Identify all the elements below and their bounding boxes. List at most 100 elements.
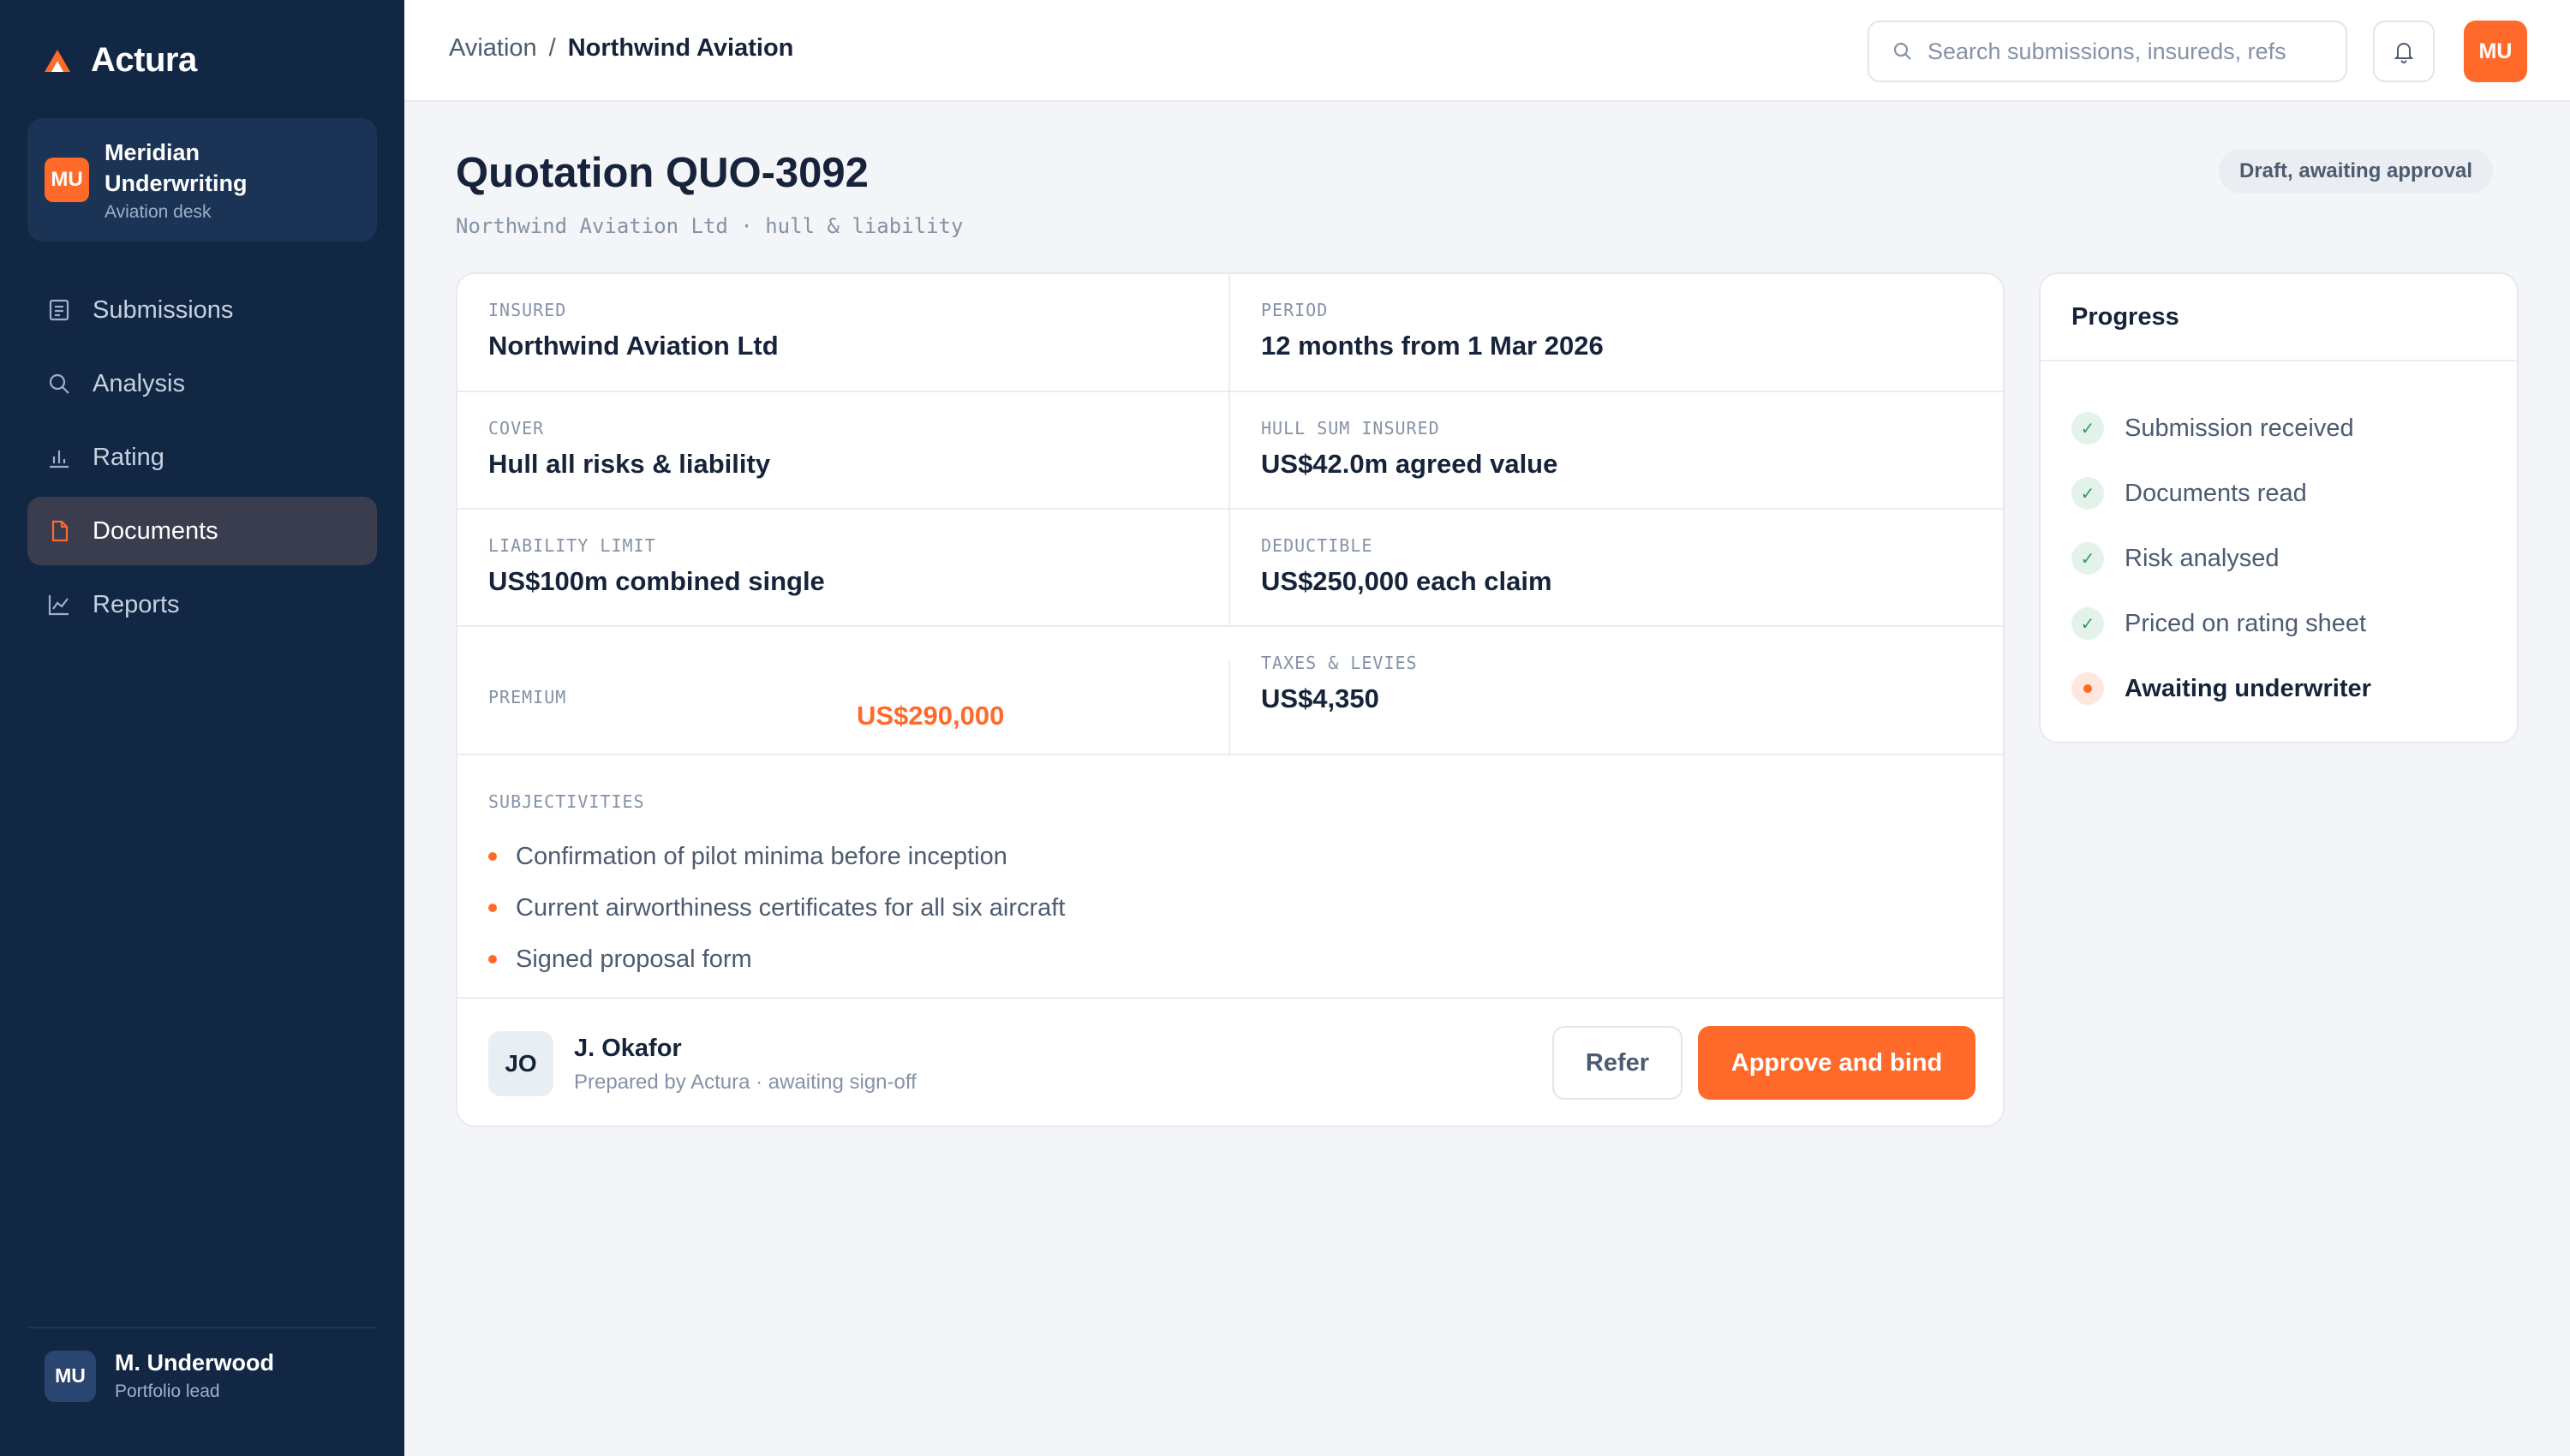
sidebar: Actura MU Meridian Underwriting Aviation… [0, 0, 404, 1456]
taxes-label: Taxes & levies [1261, 653, 1418, 673]
bullet-icon [488, 955, 497, 964]
step-label: Submission received [2125, 414, 2354, 442]
bullet-icon [488, 904, 497, 912]
period-label: Period [1261, 300, 1329, 320]
sidebar-item-rating[interactable]: Rating [27, 423, 377, 492]
period-cell: Period 12 months from 1 Mar 2026 [1230, 274, 2003, 391]
quote-row: Cover Hull all risks & liability Hull su… [457, 392, 2003, 510]
page-subtitle: Northwind Aviation Ltd · hull & liabilit… [456, 214, 964, 238]
org-switcher[interactable]: MU Meridian Underwriting Aviation desk [27, 118, 377, 242]
cover-value: Hull all risks & liability [488, 449, 771, 479]
hull-label: Hull sum insured [1261, 418, 1440, 439]
preparer-note: Prepared by Actura · awaiting sign-off [574, 1071, 917, 1094]
subjectivity-text: Current airworthiness certificates for a… [516, 893, 1066, 922]
quote-footer: JO J. Okafor Prepared by Actura · awaiti… [457, 999, 2003, 1125]
list-item: Confirmation of pilot minima before ince… [488, 831, 1065, 882]
list-item: Signed proposal form [488, 934, 1065, 985]
avatar[interactable]: MU [2464, 21, 2527, 82]
premium-cell: Premium US$290,000 [457, 627, 1230, 754]
search-icon [1893, 42, 1911, 60]
org-badge: MU [45, 158, 89, 202]
breadcrumb: Aviation / Northwind Aviation [449, 34, 793, 63]
refer-button[interactable]: Refer [1552, 1026, 1682, 1100]
bar-chart-icon [50, 451, 69, 468]
period-value: 12 months from 1 Mar 2026 [1261, 331, 1604, 361]
status-badge: Draft, awaiting approval [2219, 149, 2494, 194]
sidebar-item-label: Rating [93, 443, 164, 471]
deductible-label: Deductible [1261, 535, 1373, 556]
progress-steps: ✓ Submission received ✓ Documents read ✓… [2071, 396, 2371, 721]
check-icon: ✓ [2071, 542, 2104, 575]
approve-and-bind-button[interactable]: Approve and bind [1698, 1026, 1975, 1100]
user-role: Portfolio lead [115, 1381, 220, 1401]
step-label: Risk analysed [2125, 544, 2280, 572]
file-icon [51, 520, 69, 542]
sidebar-item-documents[interactable]: Documents [27, 497, 377, 565]
list-item: Current airworthiness certificates for a… [488, 882, 1065, 934]
breadcrumb-current: Northwind Aviation [567, 34, 794, 62]
check-icon: ✓ [2071, 477, 2104, 510]
org-name: Meridian Underwriting [105, 140, 248, 196]
breadcrumb-parent[interactable]: Aviation [449, 34, 537, 63]
quote-card: Insured Northwind Aviation Ltd Period 12… [456, 272, 2005, 1127]
deductible-cell: Deductible US$250,000 each claim [1230, 510, 2003, 625]
avatar: MU [45, 1350, 96, 1402]
quote-row: Premium US$290,000 Taxes & levies US$4,3… [457, 627, 2003, 755]
brand-name: Actura [91, 41, 197, 79]
avatar: JO [488, 1031, 553, 1096]
premium-label: Premium [488, 687, 567, 707]
hull-cell: Hull sum insured US$42.0m agreed value [1230, 392, 2003, 508]
sidebar-item-label: Submissions [93, 295, 234, 324]
subjectivities-list: Confirmation of pilot minima before ince… [488, 831, 1065, 985]
sidebar-item-label: Reports [93, 590, 180, 618]
liability-value: US$100m combined single [488, 566, 825, 596]
liability-cell: Liability limit US$100m combined single [457, 510, 1230, 625]
sidebar-item-reports[interactable]: Reports [27, 570, 377, 639]
search-icon [49, 373, 69, 394]
progress-step-done: ✓ Risk analysed [2071, 526, 2371, 591]
insured-value: Northwind Aviation Ltd [488, 331, 779, 361]
check-icon: ✓ [2071, 412, 2104, 445]
breadcrumb-separator: / [548, 34, 556, 62]
subjectivities-section: Subjectivities Confirmation of pilot min… [457, 755, 2003, 999]
line-chart-icon [48, 595, 69, 616]
sidebar-item-submissions[interactable]: Submissions [27, 276, 377, 344]
document-list-icon [49, 299, 69, 321]
bell-icon [2394, 43, 2414, 63]
subjectivity-text: Signed proposal form [516, 945, 752, 973]
notifications-button[interactable] [2373, 21, 2435, 82]
user-profile[interactable]: MU M. Underwood Portfolio lead [45, 1350, 274, 1402]
pending-dot-icon [2071, 672, 2104, 705]
quote-row: Liability limit US$100m combined single … [457, 510, 2003, 627]
sidebar-nav: Submissions Analysis Rating Documents Re… [27, 276, 377, 644]
sidebar-divider [27, 1327, 377, 1328]
org-desk: Aviation desk [105, 202, 212, 222]
progress-step-done: ✓ Documents read [2071, 461, 2371, 526]
step-label: Documents read [2125, 479, 2307, 507]
cover-cell: Cover Hull all risks & liability [457, 392, 1230, 508]
actura-logo-icon [45, 49, 70, 72]
deductible-value: US$250,000 each claim [1261, 566, 1552, 596]
page-title: Quotation QUO-3092 [456, 150, 869, 196]
subjectivity-text: Confirmation of pilot minima before ince… [516, 842, 1007, 870]
progress-step-done: ✓ Priced on rating sheet [2071, 591, 2371, 656]
preparer-name: J. Okafor [574, 1035, 682, 1062]
hull-value: US$42.0m agreed value [1261, 449, 1558, 479]
topbar: Aviation / Northwind Aviation MU [404, 0, 2570, 102]
user-name: M. Underwood [115, 1350, 274, 1375]
premium-value: US$290,000 [857, 701, 1005, 731]
subjectivities-label: Subjectivities [488, 791, 645, 812]
liability-label: Liability limit [488, 535, 656, 556]
search-box[interactable] [1868, 21, 2347, 82]
progress-title: Progress [2041, 274, 2517, 361]
sidebar-item-label: Documents [93, 516, 218, 545]
progress-card: Progress ✓ Submission received ✓ Documen… [2039, 272, 2519, 743]
search-input[interactable] [1928, 38, 2330, 65]
cover-label: Cover [488, 418, 545, 439]
progress-step-current: Awaiting underwriter [2071, 656, 2371, 721]
step-label: Awaiting underwriter [2125, 674, 2371, 702]
check-icon: ✓ [2071, 607, 2104, 640]
progress-step-done: ✓ Submission received [2071, 396, 2371, 461]
brand[interactable]: Actura [43, 41, 197, 80]
sidebar-item-analysis[interactable]: Analysis [27, 349, 377, 418]
